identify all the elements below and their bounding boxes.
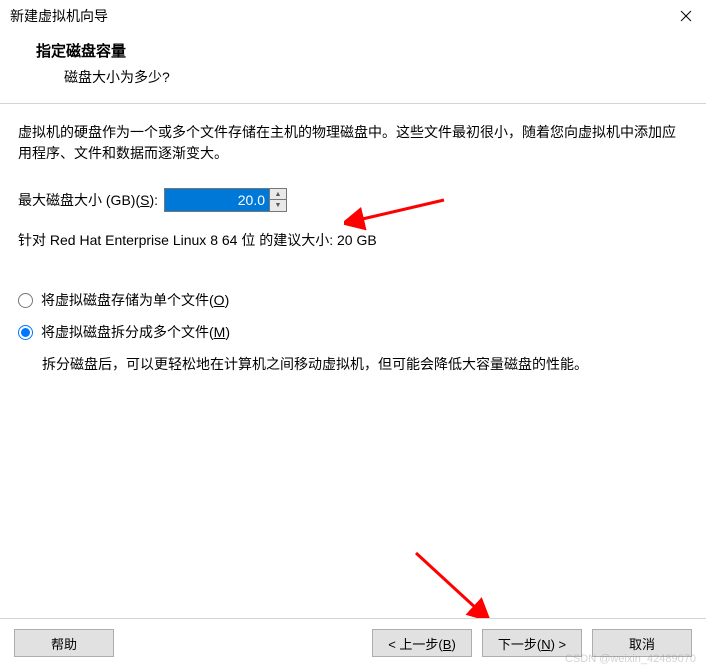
single-file-label[interactable]: 将虚拟磁盘存储为单个文件(O)	[41, 290, 229, 310]
back-button[interactable]: < 上一步(B)	[372, 629, 472, 657]
close-icon	[680, 10, 692, 22]
split-files-label[interactable]: 将虚拟磁盘拆分成多个文件(M)	[41, 322, 230, 342]
spinner-up-button[interactable]: ▲	[270, 189, 286, 200]
intro-text: 虚拟机的硬盘作为一个或多个文件存储在主机的物理磁盘中。这些文件最初很小，随着您向…	[18, 122, 688, 164]
watermark-text: CSDN @weixin_42489070	[565, 653, 696, 665]
close-button[interactable]	[676, 6, 696, 26]
split-files-radio[interactable]	[18, 325, 33, 340]
split-files-description: 拆分磁盘后，可以更轻松地在计算机之间移动虚拟机，但可能会降低大容量磁盘的性能。	[18, 354, 688, 375]
recommended-size-text: 针对 Red Hat Enterprise Linux 8 64 位 的建议大小…	[18, 230, 688, 250]
annotation-arrow-next	[406, 548, 496, 623]
page-subtitle: 磁盘大小为多少?	[36, 67, 676, 87]
disk-size-input[interactable]	[165, 189, 269, 211]
window-title: 新建虚拟机向导	[10, 6, 108, 26]
disk-size-label: 最大磁盘大小 (GB)(S):	[18, 190, 158, 210]
spinner-down-button[interactable]: ▼	[270, 200, 286, 211]
help-button[interactable]: 帮助	[14, 629, 114, 657]
page-title: 指定磁盘容量	[36, 40, 676, 61]
single-file-radio[interactable]	[18, 293, 33, 308]
